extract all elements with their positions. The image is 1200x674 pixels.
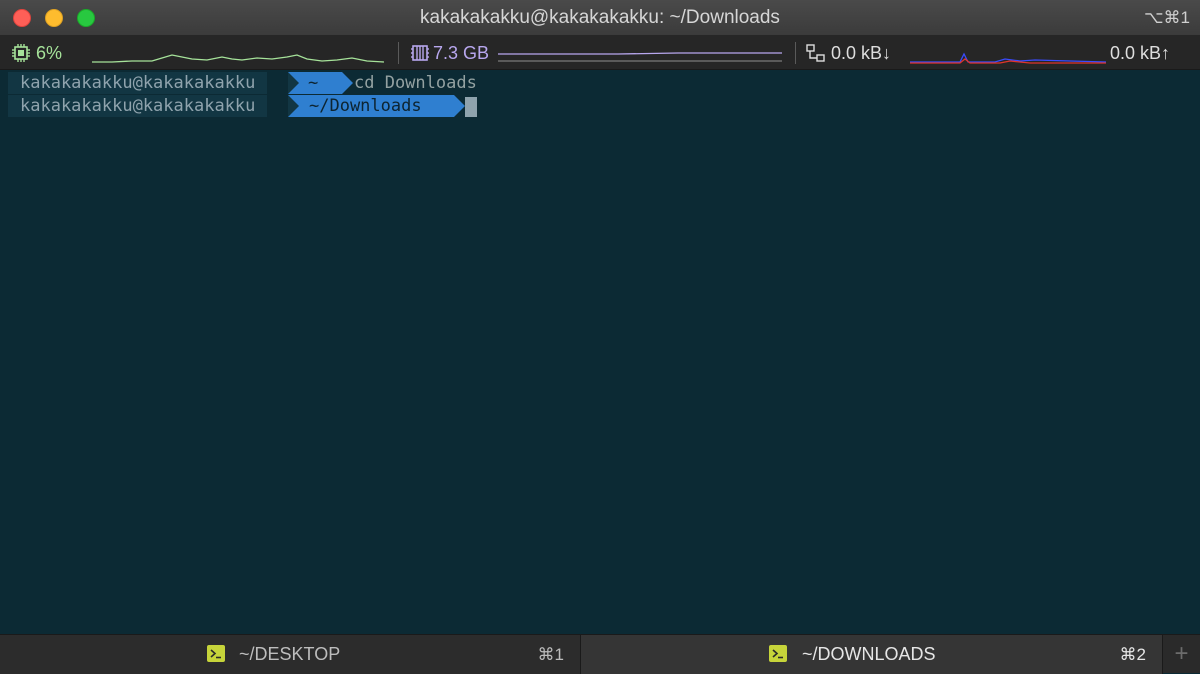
cpu-chip-icon [12,44,30,62]
memory-usage: 7.3 GB [433,43,490,63]
plus-icon: + [1174,640,1189,667]
tab-label: ~/DOWNLOADS [802,644,936,664]
window-shortcut: ⌥⌘1 [1143,8,1190,27]
tab-shortcut: ⌘1 [537,645,564,664]
memory-icon [411,45,429,61]
terminal-icon [207,645,225,662]
prompt-directory: ~ [288,72,353,94]
command-text: cd Downloads [354,73,477,93]
status-separator [398,42,399,64]
title-bar: kakakakakku@kakakakakku: ~/Downloads ⌥⌘1 [0,0,1200,36]
prompt-user-host: kakakakakku@kakakakakku [8,72,268,94]
tab-label: ~/DESKTOP [239,644,341,664]
tab-bar: ~/DESKTOP ⌘1 ~/DOWNLOADS ⌘2 + [0,634,1200,674]
terminal-cursor[interactable] [465,97,477,117]
status-separator [795,42,796,64]
memory-graph [498,52,782,62]
terminal-icon [769,645,787,662]
terminal-output[interactable]: kakakakakku@kakakakakku ~ cd Downloads k… [0,70,1200,634]
cpu-usage: 6% [36,43,63,63]
tab-downloads[interactable]: ~/DOWNLOADS ⌘2 [581,635,1163,674]
network-graph [910,52,1106,64]
status-bar: 6% 7.3 GB 0.0 kB↓ 0.0 kB↑ [0,36,1200,70]
tab-shortcut: ⌘2 [1119,645,1146,664]
prompt-user-host: kakakakakku@kakakakakku [8,95,268,117]
window-title: kakakakakku@kakakakakku: ~/Downloads [420,7,780,28]
network-download: 0.0 kB↓ [831,43,892,63]
tab-desktop[interactable]: ~/DESKTOP ⌘1 [0,635,581,674]
cpu-graph [92,54,384,63]
network-upload: 0.0 kB↑ [1110,43,1171,63]
network-icon [806,44,825,62]
new-tab-button[interactable]: + [1163,635,1200,674]
prompt-directory: ~/Downloads [288,95,465,117]
